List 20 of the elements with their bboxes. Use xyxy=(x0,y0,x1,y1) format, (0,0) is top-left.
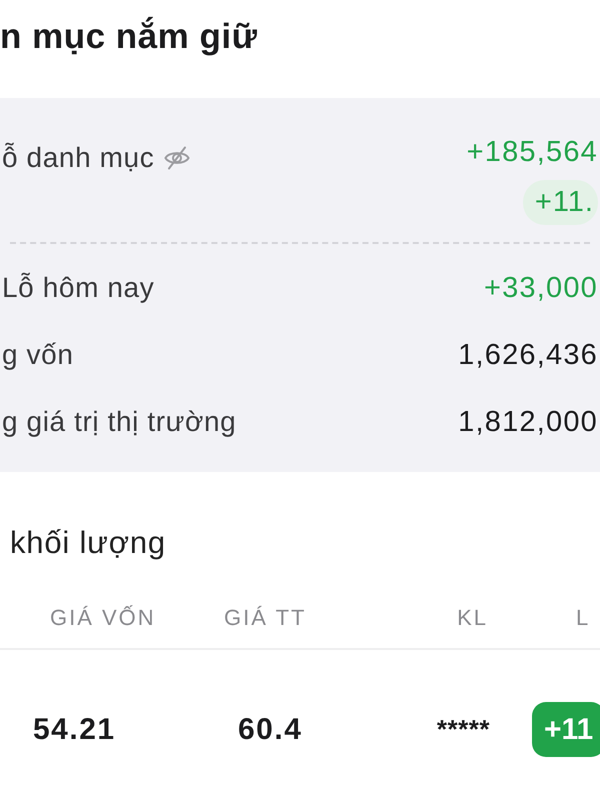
table-cell-text: ***** xyxy=(436,714,491,745)
table-cell-text: 54.21 xyxy=(32,712,117,746)
summary-value: +33,000 xyxy=(484,272,598,304)
summary-label: g giá trị thị trường xyxy=(2,406,236,438)
change-badge: +11 xyxy=(532,702,600,757)
summary-value: 1,812,000 xyxy=(458,406,598,438)
column-header[interactable]: GIÁ VỐN xyxy=(0,603,190,633)
percent-badge: +11. xyxy=(522,180,598,225)
section-title: khối lượng xyxy=(10,524,167,562)
summary-label: ỗ danh mục xyxy=(2,142,154,174)
table-cell-text: 60.4 xyxy=(237,712,304,746)
summary-value: 1,626,436 xyxy=(458,338,598,370)
summary-value: +185,564 xyxy=(466,136,598,168)
column-header[interactable]: L xyxy=(510,603,600,633)
eye-slash-icon[interactable] xyxy=(164,146,190,170)
page-title: n mục nắm giữ xyxy=(0,16,258,58)
column-header[interactable]: KL xyxy=(340,603,510,633)
summary-label: g vốn xyxy=(2,338,74,370)
summary-label: Lỗ hôm nay xyxy=(2,272,154,304)
column-header[interactable]: GIÁ TT xyxy=(190,603,340,633)
